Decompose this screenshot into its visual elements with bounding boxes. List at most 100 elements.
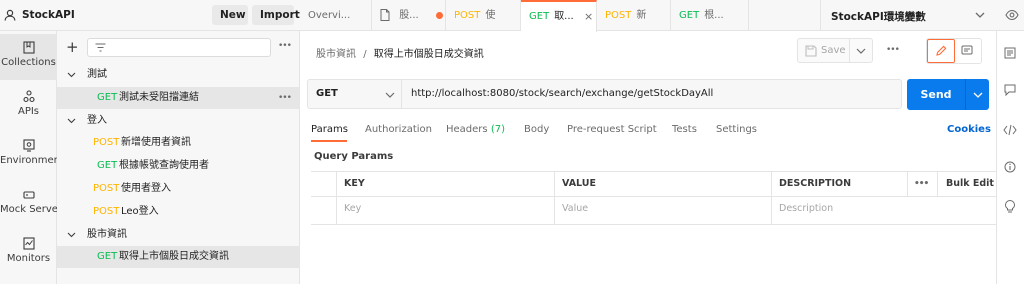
divider (849, 39, 850, 62)
params-table (311, 171, 996, 225)
method-badge: POST (93, 206, 120, 217)
workspace-name[interactable]: StockAPI (22, 9, 75, 21)
sidebar-item-label: Monitors (6, 253, 51, 264)
column-header-value: VALUE (562, 178, 596, 189)
tab-label: Settings (716, 124, 758, 135)
tree-request-get-stock-day[interactable]: GET 取得上市個股日成交資訊 (57, 246, 300, 268)
tree-folder-test[interactable]: 測試 (57, 64, 300, 86)
sidebar-item-collections[interactable]: Collections (0, 34, 57, 80)
documentation-icon[interactable] (1004, 47, 1016, 59)
edit-toggle[interactable] (927, 39, 955, 63)
method-badge: GET (97, 251, 118, 262)
save-button[interactable]: Save (821, 45, 846, 56)
sidebar-item-mock-servers[interactable]: Mock Servers (0, 181, 57, 227)
method-badge: GET (529, 11, 550, 22)
method-value: GET (316, 88, 338, 99)
breadcrumb: 股市資訊 / 取得上市個股日成交資訊 (316, 45, 484, 60)
tab-folder[interactable]: 股... (372, 0, 446, 31)
method-badge: POST (605, 10, 632, 21)
more-options-icon[interactable]: ••• (914, 172, 929, 196)
filter-icon (95, 43, 106, 52)
description-input[interactable]: Description (779, 196, 833, 222)
method-badge: POST (454, 10, 481, 21)
tree-request-post-leo-login[interactable]: POST Leo登入 (57, 201, 300, 223)
folder-label: 測試 (87, 69, 107, 80)
query-params-title: Query Params (314, 151, 394, 162)
environment-name: StockAPI環境變數 (831, 11, 926, 23)
chevron-down-icon[interactable] (973, 91, 983, 99)
comment-icon[interactable] (961, 45, 973, 57)
more-options-icon[interactable]: ••• (886, 45, 900, 55)
tab-label: Body (524, 124, 550, 135)
key-input[interactable]: Key (344, 196, 361, 222)
tab-label: Params (311, 124, 348, 135)
value-input[interactable]: Value (562, 196, 588, 222)
sidebar-item-label: Collections (1, 57, 56, 68)
divider (311, 196, 996, 197)
lightbulb-icon[interactable] (1004, 200, 1016, 213)
request-label: 根據帳號查詢使用者 (119, 160, 209, 171)
url-input[interactable]: http://localhost:8080/stock/search/excha… (411, 88, 713, 99)
document-icon (380, 9, 390, 21)
sidebar-item-monitors[interactable]: Monitors (0, 230, 57, 276)
headers-count: (7) (490, 124, 505, 135)
filter-input[interactable] (87, 38, 271, 57)
chevron-down-icon (67, 64, 77, 86)
tree-folder-login[interactable]: 登入 (57, 110, 300, 132)
more-options-icon[interactable]: ••• (278, 87, 292, 109)
more-options-icon[interactable]: ••• (278, 41, 292, 51)
send-button-group: Send (907, 79, 989, 110)
tab-request-get-lookup[interactable]: GET 根... (671, 0, 749, 31)
request-label: Leo登入 (121, 206, 159, 217)
page-title[interactable]: 取得上市個股日成交資訊 (374, 49, 484, 60)
tab-tests[interactable]: Tests (672, 124, 697, 135)
method-badge: GET (679, 10, 700, 21)
send-button[interactable]: Send (907, 79, 965, 110)
new-button[interactable]: New (212, 5, 248, 25)
tree-request-get-test-link[interactable]: GET 測試未受阻擋連結 ••• (57, 87, 300, 109)
method-select[interactable]: GET (308, 80, 402, 108)
right-rail (996, 31, 1024, 284)
close-icon[interactable]: × (584, 2, 593, 31)
breadcrumb-parent[interactable]: 股市資訊 (316, 49, 356, 60)
workspace-user-icon[interactable] (4, 9, 16, 21)
add-collection-icon[interactable]: + (66, 40, 79, 55)
request-label: 新增使用者資訊 (121, 137, 191, 148)
tab-authorization[interactable]: Authorization (365, 124, 432, 135)
tab-request-get-active[interactable]: GET 取... × (521, 0, 597, 32)
chevron-down-icon[interactable] (856, 47, 866, 55)
column-header-key: KEY (344, 178, 365, 189)
environment-selector[interactable]: StockAPI環境變數 (820, 0, 995, 31)
tab-label: Authorization (365, 124, 432, 135)
divider (336, 171, 337, 225)
collections-icon (22, 41, 35, 54)
eye-icon[interactable] (1005, 9, 1019, 21)
tab-body[interactable]: Body (524, 124, 549, 135)
tab-request-post-new[interactable]: POST 新 (597, 0, 671, 31)
chevron-down-icon (975, 11, 985, 19)
tab-settings[interactable]: Settings (716, 124, 757, 135)
chevron-down-icon (67, 224, 77, 246)
tree-request-post-user-login[interactable]: POST 使用者登入 (57, 178, 300, 200)
code-icon[interactable] (1003, 124, 1017, 136)
tree-request-post-add-user[interactable]: POST 新增使用者資訊 (57, 132, 300, 154)
info-icon[interactable] (1004, 161, 1016, 173)
divider (554, 171, 555, 225)
tab-label: 根... (704, 10, 724, 21)
tab-params[interactable]: Params (311, 124, 348, 135)
sidebar-item-label: APIs (17, 106, 40, 117)
tab-pre-request-script[interactable]: Pre-request Script (567, 124, 657, 135)
import-button[interactable]: Import (252, 5, 300, 25)
bulk-edit-button[interactable]: Bulk Edit (946, 172, 994, 196)
tab-overview[interactable]: Overvi... (300, 0, 372, 31)
tab-request-post-login[interactable]: POST 使 (446, 0, 521, 31)
tab-headers[interactable]: Headers (7) (446, 124, 505, 135)
sidebar-item-environments[interactable]: Environments (0, 132, 57, 178)
tree-request-get-user-by-account[interactable]: GET 根據帳號查詢使用者 (57, 155, 300, 177)
comments-icon[interactable] (1004, 84, 1016, 96)
method-badge: GET (97, 92, 118, 103)
sidebar-item-apis[interactable]: APIs (0, 83, 57, 129)
tree-folder-stock-info[interactable]: 股市資訊 (57, 224, 300, 246)
cookies-link[interactable]: Cookies (947, 124, 991, 135)
unsaved-dot-icon (435, 11, 443, 19)
